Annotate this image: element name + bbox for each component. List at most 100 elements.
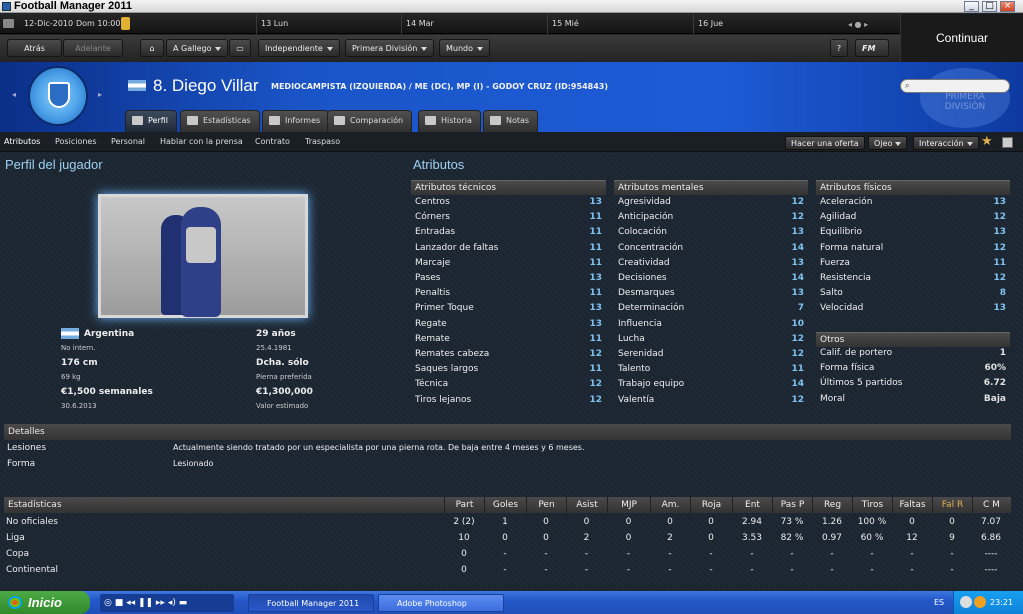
taskbar-photoshop[interactable]: Adobe Photoshop (378, 594, 504, 612)
help-button[interactable]: ? (830, 39, 848, 57)
attribute-name: Resistencia (820, 273, 871, 283)
team-menu[interactable]: A Gallego (166, 39, 229, 57)
attribute-value: 1 (999, 348, 1006, 358)
attribute-value: 8 (999, 288, 1006, 299)
maximize-button[interactable]: □ (982, 1, 997, 12)
subnav-press[interactable]: Hablar con la prensa (160, 132, 243, 152)
attribute-name: Concentración (618, 242, 684, 253)
search-input[interactable]: ⌕ (900, 79, 1010, 93)
language-indicator[interactable]: ES (934, 591, 944, 614)
calendar-day[interactable]: 15 Mié (547, 14, 693, 34)
attribute-row: Agilidad 12 (816, 210, 1010, 225)
attribute-row: Resistencia 12 (816, 271, 1010, 286)
tray-icon[interactable] (974, 596, 986, 608)
tab-profile[interactable]: Perfil (125, 110, 178, 132)
stats-cell: 0 (583, 517, 590, 527)
division-menu[interactable]: Primera División (345, 39, 435, 57)
stats-column-header[interactable]: Ent (732, 497, 772, 513)
attribute-value: 12 (993, 273, 1006, 283)
close-button[interactable]: × (1000, 1, 1015, 12)
stats-column-header[interactable]: Fal R (932, 497, 972, 513)
attribute-value: 14 (791, 273, 804, 283)
stats-cell: - (709, 549, 713, 559)
club-crest[interactable] (28, 66, 88, 126)
stats-column-header[interactable]: Part (444, 497, 484, 513)
fm-menu[interactable]: FM (855, 39, 889, 69)
forward-button[interactable]: Adelante (63, 39, 123, 57)
tab-reports[interactable]: Informes (262, 110, 330, 132)
subnav-contract[interactable]: Contrato (255, 132, 290, 152)
stats-cell: ---- (984, 565, 998, 575)
attribute-value: 14 (791, 379, 804, 390)
prev-player-icon[interactable]: ◂ (12, 90, 16, 99)
stats-column-header[interactable]: Am. (650, 497, 690, 513)
stats-column-header[interactable]: Reg (812, 497, 852, 513)
tab-notes[interactable]: Notas (483, 110, 539, 132)
stats-column-header[interactable]: Asist (566, 497, 607, 513)
subnav-attributes[interactable]: Atributos (4, 132, 40, 152)
shortlist-star-icon[interactable]: ★ (981, 134, 993, 149)
stats-cell: 0.97 (821, 533, 843, 543)
club-menu[interactable]: Independiente (258, 39, 340, 57)
attribute-value: 11 (589, 288, 602, 299)
make-offer-button[interactable]: Hacer una oferta (785, 136, 865, 150)
stats-column-header[interactable]: Pen (526, 497, 566, 513)
edit-icon[interactable] (1002, 137, 1013, 148)
division-watermark-text: PRIMERA DIVISIÓN (944, 92, 986, 112)
calendar-day[interactable]: 16 Jue (693, 14, 839, 34)
stats-column-header[interactable]: Goles (484, 497, 526, 513)
stats-column-header[interactable]: Roja (690, 497, 732, 513)
tab-statistics[interactable]: Estadísticas (180, 110, 260, 132)
stats-cell: - (790, 565, 794, 575)
stats-cell: 0 (543, 517, 549, 527)
stats-column-header[interactable]: Faltas (892, 497, 932, 513)
attribute-name: Técnica (415, 379, 449, 390)
attribute-name: Velocidad (820, 303, 864, 314)
calendar-nav-icon[interactable]: ◂ ● ▸ (848, 20, 868, 29)
attribute-name: Creatividad (618, 257, 670, 268)
interaction-menu[interactable]: Interacción (913, 136, 979, 150)
details-label: Forma (7, 459, 36, 469)
media-player-controls[interactable]: ◎ ■ ◂◂ ❚❚ ▸▸ ◂) ▬ (100, 594, 234, 612)
player-photo (98, 194, 308, 318)
stats-cell: - (544, 549, 548, 559)
attribute-row: Remates cabeza 12 (411, 347, 606, 362)
world-menu[interactable]: Mundo (439, 39, 491, 57)
stats-cell: 9 (949, 533, 955, 543)
news-icon[interactable] (121, 17, 130, 30)
continue-button[interactable]: Continuar (900, 14, 1023, 62)
tab-comparison[interactable]: Comparación (327, 110, 413, 132)
attribute-value: 12 (791, 197, 804, 207)
stats-cell: 2.94 (741, 517, 763, 527)
calendar-day[interactable]: 13 Lun (256, 14, 401, 34)
home-icon[interactable]: ⌂ (140, 39, 164, 57)
attribute-row: Creatividad 13 (614, 256, 808, 271)
tray-icon[interactable] (960, 596, 972, 608)
scout-menu[interactable]: Ojeo (868, 136, 908, 150)
subnav-positions[interactable]: Posiciones (55, 132, 97, 152)
back-button[interactable]: Atrás (7, 39, 62, 57)
stats-column-header[interactable]: Pas P (772, 497, 812, 513)
attribute-name: Forma física (820, 363, 875, 374)
attribute-name: Talento (618, 364, 651, 375)
subnav-personal[interactable]: Personal (111, 132, 145, 152)
stats-column-header[interactable]: Tiros (852, 497, 892, 513)
tab-history[interactable]: Historia (418, 110, 481, 132)
calendar-day[interactable]: 14 Mar (401, 14, 547, 34)
attribute-name: Aceleración (820, 197, 873, 207)
minimize-button[interactable]: _ (964, 1, 979, 12)
calendar-icon[interactable] (3, 19, 14, 28)
stats-cell: ---- (984, 549, 998, 559)
attribute-name: Regate (415, 318, 447, 329)
attribute-row: Forma física 60% (816, 361, 1010, 376)
taskbar-football-manager[interactable]: Football Manager 2011 (248, 594, 374, 612)
subnav-transfer[interactable]: Traspaso (305, 132, 340, 152)
next-player-icon[interactable]: ▸ (98, 90, 102, 99)
stats-cell: - (950, 549, 954, 559)
stats-column-header[interactable]: C M (972, 497, 1010, 513)
attribute-value: 13 (589, 303, 602, 314)
club-icon[interactable]: ▭ (229, 39, 251, 57)
attribute-row: Lucha 12 (614, 332, 808, 347)
stats-column-header[interactable]: MJP (607, 497, 650, 513)
attribute-name: Valentía (618, 394, 655, 405)
